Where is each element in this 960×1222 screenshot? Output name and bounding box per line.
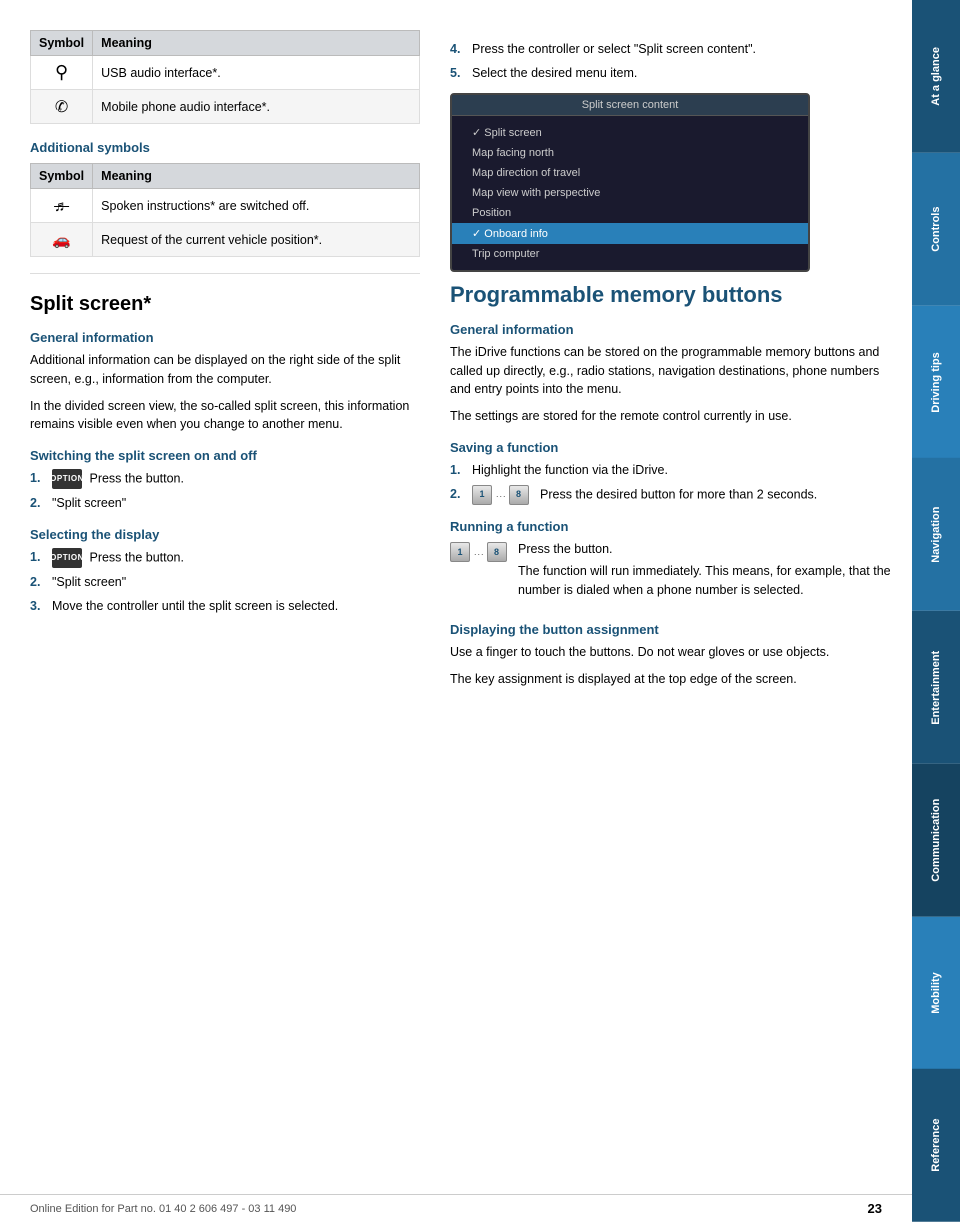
list-item: 2. "Split screen" — [30, 573, 420, 592]
list-item: 2. "Split screen" — [30, 494, 420, 513]
option-button-icon: OPTION — [52, 469, 82, 489]
list-item: 1. Highlight the function via the iDrive… — [450, 461, 892, 480]
displaying-text1: Use a finger to touch the buttons. Do no… — [450, 643, 892, 662]
usb-meaning: USB audio interface*. — [93, 56, 420, 90]
selecting-title: Selecting the display — [30, 527, 420, 542]
list-item: 1. OPTION Press the button. — [30, 548, 420, 568]
meaning-col-header: Meaning — [93, 31, 420, 56]
list-item: 1. OPTION Press the button. — [30, 469, 420, 489]
additional-symbols-table: Symbol Meaning ♬ Spoken instructions* ar… — [30, 163, 420, 257]
saving-title: Saving a function — [450, 440, 892, 455]
tab-mobility[interactable]: Mobility — [912, 917, 960, 1070]
gen-info-text1: The iDrive functions can be stored on th… — [450, 343, 892, 399]
menu-item-position: Position — [452, 203, 808, 223]
saving-steps-list: 1. Highlight the function via the iDrive… — [450, 461, 892, 505]
tab-at-a-glance[interactable]: At a glance — [912, 0, 960, 153]
tab-entertainment[interactable]: Entertainment — [912, 611, 960, 764]
menu-item-map-perspective: Map view with perspective — [452, 183, 808, 203]
table-row: 🚗 Request of the current vehicle positio… — [31, 223, 420, 257]
running-mem-btn-8: 8 — [487, 542, 507, 562]
list-item: 5. Select the desired menu item. — [450, 64, 892, 83]
phone-icon-cell: ✆ — [31, 90, 93, 124]
mute-meaning: Spoken instructions* are switched off. — [93, 189, 420, 223]
mem-btn-1: 1 — [472, 485, 492, 505]
usb-icon-cell: ⚲ — [31, 56, 93, 90]
add-symbol-col-header: Symbol — [31, 164, 93, 189]
list-item: 2. 1 ... 8 Press the desired button for … — [450, 485, 892, 505]
menu-item-map-north: Map facing north — [452, 143, 808, 163]
symbols-table: Symbol Meaning ⚲ USB audio interface*. ✆ — [30, 30, 420, 124]
table-row: ♬ Spoken instructions* are switched off. — [31, 189, 420, 223]
gen-info-text2: The settings are stored for the remote c… — [450, 407, 892, 426]
screenshot-image: Split screen content Split screen Map fa… — [450, 93, 810, 272]
running-text2: The function will run immediately. This … — [518, 562, 892, 600]
tab-communication[interactable]: Communication — [912, 764, 960, 917]
add-meaning-col-header: Meaning — [93, 164, 420, 189]
additional-symbols-label: Additional symbols — [30, 140, 420, 155]
displaying-title: Displaying the button assignment — [450, 622, 892, 637]
screenshot-menu: Split screen Map facing north Map direct… — [452, 116, 808, 270]
running-mem-btn-1: 1 — [450, 542, 470, 562]
tab-reference[interactable]: Reference — [912, 1069, 960, 1222]
running-title: Running a function — [450, 519, 892, 534]
section-divider — [30, 273, 420, 274]
tab-controls[interactable]: Controls — [912, 153, 960, 306]
mute-icon-cell: ♬ — [31, 189, 93, 223]
general-info-text2: In the divided screen view, the so-calle… — [30, 397, 420, 435]
switching-steps-list: 1. OPTION Press the button. 2. "Split sc… — [30, 469, 420, 513]
programmable-title: Programmable memory buttons — [450, 282, 892, 308]
screenshot-title: Split screen content — [452, 95, 808, 116]
online-edition-text: Online Edition for Part no. 01 40 2 606 … — [30, 1203, 296, 1215]
option-button-icon-2: OPTION — [52, 548, 82, 568]
selecting-steps-list: 1. OPTION Press the button. 2. "Split sc… — [30, 548, 420, 616]
page-footer: Online Edition for Part no. 01 40 2 606 … — [0, 1194, 912, 1222]
phone-meaning: Mobile phone audio interface*. — [93, 90, 420, 124]
right-sidebar: At a glance Controls Driving tips Naviga… — [912, 0, 960, 1222]
gen-info-right-title: General information — [450, 322, 892, 337]
table-row: ✆ Mobile phone audio interface*. — [31, 90, 420, 124]
tab-navigation[interactable]: Navigation — [912, 458, 960, 611]
car-meaning: Request of the current vehicle position*… — [93, 223, 420, 257]
menu-item-map-direction: Map direction of travel — [452, 163, 808, 183]
car-icon-cell: 🚗 — [31, 223, 93, 257]
list-item: 3. Move the controller until the split s… — [30, 597, 420, 616]
menu-item-trip: Trip computer — [452, 244, 808, 264]
general-info-text1: Additional information can be displayed … — [30, 351, 420, 389]
memory-button-group: 1 ... 8 — [472, 485, 531, 505]
table-row: ⚲ USB audio interface*. — [31, 56, 420, 90]
menu-item-onboard: ✓ Onboard info — [452, 223, 808, 244]
mem-btn-8: 8 — [509, 485, 529, 505]
list-item: 4. Press the controller or select "Split… — [450, 40, 892, 59]
tab-driving-tips[interactable]: Driving tips — [912, 306, 960, 459]
menu-item-split-screen: Split screen — [452, 122, 808, 143]
continued-steps-list: 4. Press the controller or select "Split… — [450, 40, 892, 83]
running-text1: Press the button. — [518, 540, 892, 559]
split-screen-title: Split screen* — [30, 292, 420, 316]
general-info-left-title: General information — [30, 330, 420, 345]
displaying-text2: The key assignment is displayed at the t… — [450, 670, 892, 689]
switching-title: Switching the split screen on and off — [30, 448, 420, 463]
page-number: 23 — [868, 1201, 882, 1216]
symbol-col-header: Symbol — [31, 31, 93, 56]
